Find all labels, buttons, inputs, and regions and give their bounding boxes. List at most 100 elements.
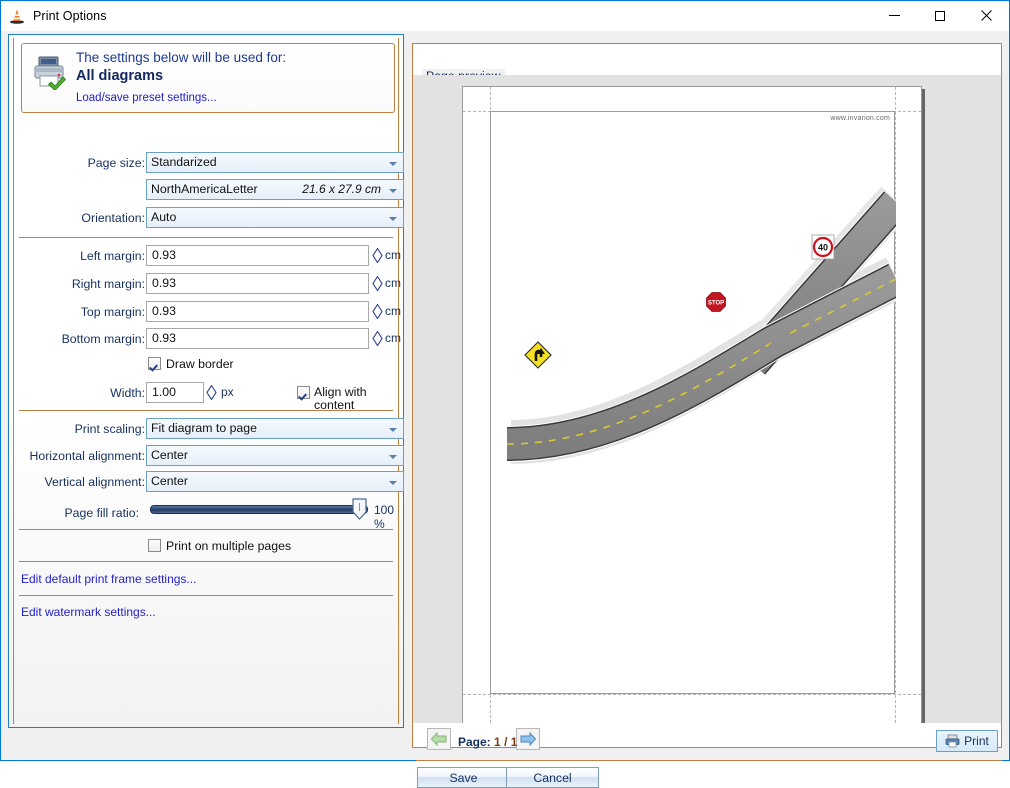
right-margin-unit: cm [385,276,401,290]
left-margin-input[interactable]: 0.93 [146,245,369,266]
orientation-value: Auto [151,210,177,224]
paper-value: NorthAmericaLetter [151,182,258,196]
print-scaling-label: Print scaling: [74,422,145,436]
divider [19,410,393,411]
page-size-row: Page size: Standarized [9,152,405,174]
print-scaling-row: Print scaling: Fit diagram to page [9,418,405,440]
window-title: Print Options [33,9,107,23]
stop-sign: STOP [706,292,726,312]
chevron-down-icon [389,455,397,459]
top-margin-stepper[interactable] [372,303,383,320]
curve-warning-sign [524,341,552,369]
close-icon [980,10,992,21]
svg-text:STOP: STOP [708,301,724,307]
chevron-down-icon [389,428,397,432]
print-multiple-pages-label: Print on multiple pages [166,539,292,553]
horizontal-alignment-select[interactable]: Center [146,445,404,466]
close-button[interactable] [963,1,1009,30]
bottom-margin-label: Bottom margin: [61,332,145,346]
left-margin-row: Left margin: 0.93 cm [9,245,405,267]
horizontal-alignment-label: Horizontal alignment: [29,449,145,463]
preset-description: The settings below will be used for: [76,50,287,65]
draw-border-checkbox[interactable] [148,357,161,370]
cancel-button[interactable]: Cancel [506,767,599,788]
road-diagram: STOP 40 [491,112,896,695]
left-margin-label: Left margin: [80,249,145,263]
chevron-down-icon [389,217,397,221]
orientation-row: Orientation: Auto [9,207,405,229]
chevron-down-icon [389,481,397,485]
minimize-button[interactable] [871,1,917,30]
chevron-down-icon [389,162,397,166]
bottom-margin-row: Bottom margin: 0.93 cm [9,328,405,350]
maximize-button[interactable] [917,1,963,30]
width-input[interactable]: 1.00 [146,382,204,403]
top-margin-unit: cm [385,304,401,318]
left-margin-stepper[interactable] [372,247,383,264]
page-fill-ratio-handle[interactable] [352,498,367,520]
right-margin-label: Right margin: [71,277,145,291]
print-button-label: Print [964,734,989,748]
orientation-label: Orientation: [81,211,145,225]
print-options-window: Print Options The settings below will be… [0,0,1010,788]
arrow-left-icon [430,731,447,747]
printer-icon [945,734,960,748]
top-margin-input[interactable]: 0.93 [146,301,369,322]
page-total: 1 [510,735,518,749]
page-preview-canvas[interactable]: www.invarion.com STOP 40 [413,75,1001,723]
minimize-icon [888,15,900,16]
preset-box: The settings below will be used for: All… [21,43,395,113]
bottom-margin-stepper[interactable] [372,330,383,347]
page-size-select[interactable]: Standarized [146,152,404,173]
svg-text:40: 40 [818,243,828,253]
align-with-content-label: Align with content [314,385,367,412]
window-controls [871,1,1009,31]
right-margin-stepper[interactable] [372,275,383,292]
edit-watermark-link[interactable]: Edit watermark settings... [21,605,156,619]
settings-panel: The settings below will be used for: All… [8,34,404,728]
horizontal-alignment-row: Horizontal alignment: Center [9,445,405,467]
arrow-right-icon [520,731,537,747]
chevron-down-icon [389,189,397,193]
width-stepper[interactable] [206,384,217,401]
load-save-preset-link[interactable]: Load/save preset settings... [76,92,217,104]
bottom-margin-input[interactable]: 0.93 [146,328,369,349]
right-margin-input[interactable]: 0.93 [146,273,369,294]
title-bar: Print Options [1,1,1009,31]
edit-print-frame-link[interactable]: Edit default print frame settings... [21,572,196,586]
vertical-alignment-select[interactable]: Center [146,471,404,492]
print-scaling-value: Fit diagram to page [151,421,257,435]
next-page-button[interactable] [516,728,540,750]
divider [19,237,393,238]
divider [19,529,393,530]
page-current: 1 [494,735,501,749]
right-margin-row: Right margin: 0.93 cm [9,273,405,295]
prev-page-button[interactable] [427,728,451,750]
speed-limit-sign: 40 [811,234,835,260]
print-multiple-pages-checkbox[interactable] [148,539,161,552]
vertical-alignment-row: Vertical alignment: Center [9,471,405,493]
page-size-label: Page size: [87,156,145,170]
horizontal-alignment-value: Center [151,448,188,462]
paper-dimensions: 21.6 x 27.9 cm [302,182,381,196]
divider [19,595,393,596]
client-area: The settings below will be used for: All… [2,31,1008,788]
page-fill-ratio-slider[interactable] [150,505,368,514]
divider [19,561,393,562]
settings-inner [13,38,399,724]
page-label-prefix: Page: [458,735,491,749]
vertical-alignment-label: Vertical alignment: [44,475,145,489]
page-size-value: Standarized [151,155,217,169]
left-margin-unit: cm [385,248,401,262]
paper-select[interactable]: NorthAmericaLetter 21.6 x 27.9 cm [146,179,404,200]
orientation-select[interactable]: Auto [146,207,404,228]
top-margin-row: Top margin: 0.93 cm [9,301,405,323]
page-separator: / [504,735,508,749]
save-button[interactable]: Save [417,767,510,788]
width-unit: px [221,385,234,399]
align-with-content-checkbox[interactable] [297,386,310,399]
draw-border-label: Draw border [166,357,234,371]
page-indicator: Page: 1 / 1 [458,735,517,749]
print-scaling-select[interactable]: Fit diagram to page [146,418,404,439]
print-button[interactable]: Print [936,730,998,752]
